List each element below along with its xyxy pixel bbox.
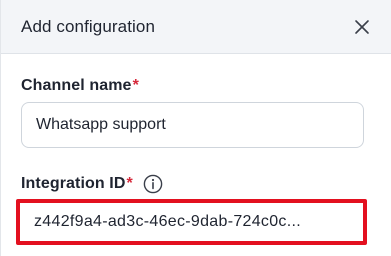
close-icon	[355, 19, 369, 34]
channel-name-label-text: Channel name	[21, 77, 132, 94]
integration-id-label: Integration ID *	[21, 174, 163, 194]
info-icon[interactable]	[143, 174, 163, 194]
add-configuration-panel: Add configuration Channel name * Whatsapp…	[0, 0, 391, 256]
close-button[interactable]	[351, 16, 373, 38]
integration-id-input[interactable]: z442f9a4-ad3c-46ec-9dab-724c0c...	[24, 207, 359, 237]
integration-id-highlight: z442f9a4-ad3c-46ec-9dab-724c0c...	[16, 199, 367, 245]
required-asterisk: *	[132, 77, 139, 94]
integration-id-label-text: Integration ID	[21, 175, 126, 192]
panel-title: Add configuration	[21, 16, 156, 36]
channel-name-value: Whatsapp support	[36, 116, 166, 133]
channel-name-label: Channel name *	[21, 76, 139, 96]
panel-header: Add configuration	[1, 0, 391, 54]
required-asterisk: *	[126, 175, 133, 192]
info-icon-glyph	[143, 174, 163, 194]
channel-name-input[interactable]: Whatsapp support	[21, 102, 364, 148]
